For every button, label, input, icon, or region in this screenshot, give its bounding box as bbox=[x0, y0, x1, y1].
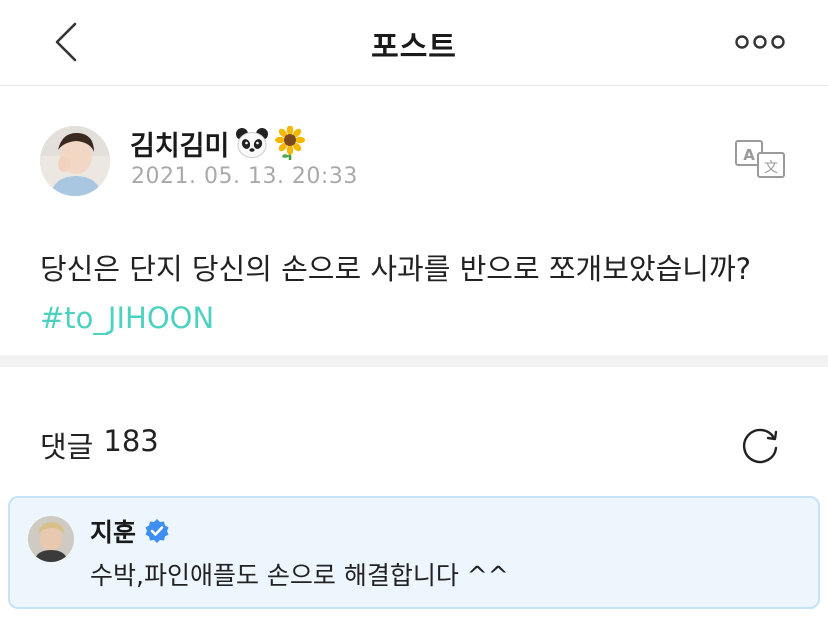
comment-text: 수박,파인애플도 손으로 해결합니다 ^^ bbox=[90, 561, 509, 590]
more-horizontal-icon bbox=[735, 35, 785, 49]
author-row: 김치김미 bbox=[130, 123, 307, 163]
commenter-avatar[interactable] bbox=[28, 516, 74, 562]
more-options-button[interactable] bbox=[728, 24, 792, 60]
commenter-name-row: 지훈 bbox=[90, 513, 170, 549]
page-title: 포스트 bbox=[371, 30, 457, 65]
post-hashtag[interactable]: #to_JIHOON bbox=[40, 296, 214, 340]
refresh-comments-button[interactable] bbox=[738, 424, 782, 468]
avatar-photo bbox=[40, 126, 110, 196]
pinned-comment[interactable]: 지훈 수박,파인애플도 손으로 해결합니다 ^^ bbox=[8, 496, 820, 609]
commenter-avatar-photo bbox=[28, 516, 74, 562]
refresh-icon bbox=[742, 428, 778, 464]
app-header: 포스트 bbox=[0, 0, 828, 86]
comments-count: 183 bbox=[103, 424, 159, 458]
comments-label: 댓글 bbox=[40, 430, 94, 464]
author-name[interactable]: 김치김미 bbox=[130, 124, 229, 163]
commenter-name[interactable]: 지훈 bbox=[90, 513, 136, 549]
section-divider bbox=[0, 355, 828, 367]
sunflower-icon bbox=[275, 126, 306, 160]
post-body-text: 당신은 단지 당신의 손으로 사과를 반으로 쪼개보았습니까? bbox=[40, 252, 752, 286]
panda-face-icon bbox=[236, 128, 269, 158]
verified-badge-icon bbox=[145, 519, 169, 543]
post-card: 김치김미 2021. 05. 13. 20:33 A 文 당신은 단지 당신의 … bbox=[0, 87, 828, 355]
svg-text:文: 文 bbox=[764, 160, 778, 176]
comments-header: 댓글 183 bbox=[40, 424, 159, 466]
translate-icon: A 文 bbox=[735, 140, 785, 178]
svg-text:A: A bbox=[743, 146, 755, 164]
post-timestamp: 2021. 05. 13. 20:33 bbox=[131, 164, 358, 189]
author-avatar[interactable] bbox=[40, 126, 110, 196]
translate-button[interactable]: A 文 bbox=[734, 139, 786, 179]
